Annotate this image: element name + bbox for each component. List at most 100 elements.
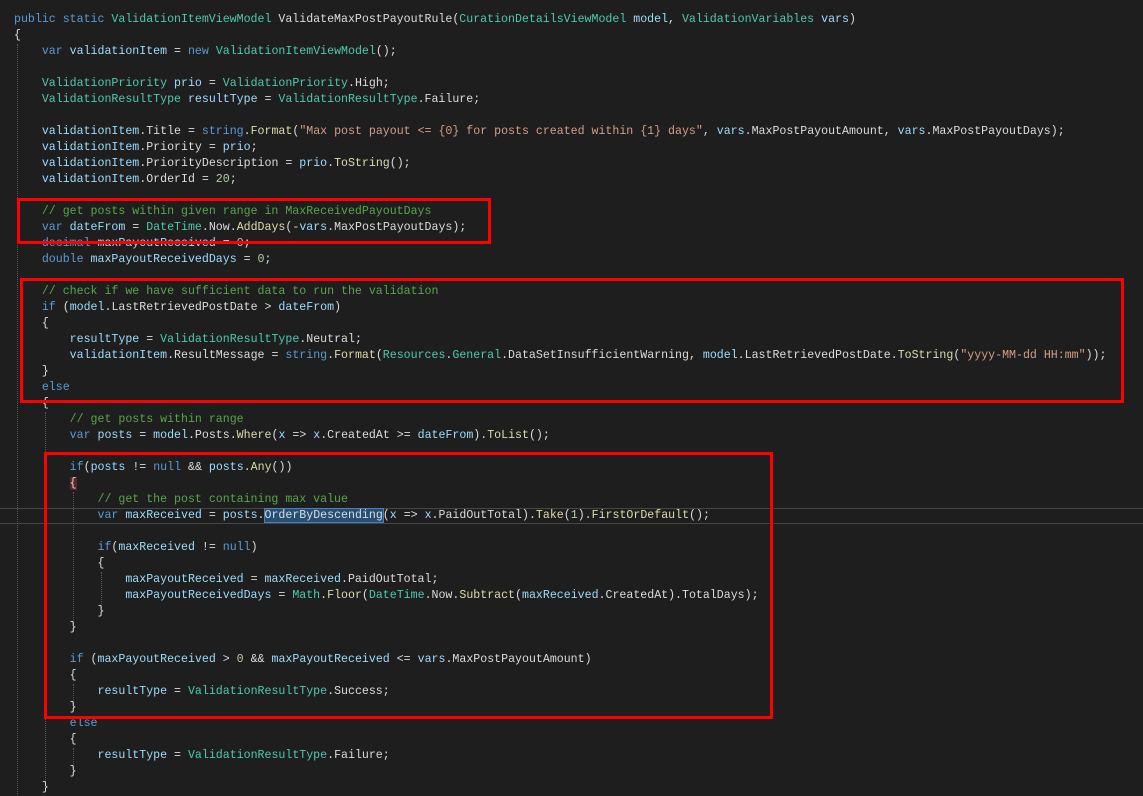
code-token: . — [243, 125, 251, 138]
code-token: .Failure; — [417, 93, 481, 106]
code-line[interactable]: ValidationResultType resultType = Valida… — [14, 92, 480, 108]
code-token: public static — [14, 13, 112, 26]
code-line[interactable]: public static ValidationItemViewModel Va… — [14, 12, 856, 28]
code-token: } — [14, 765, 77, 778]
code-token: ToString — [334, 157, 390, 170]
code-line[interactable]: validationItem.Priority = prio; — [14, 140, 258, 156]
code-token: Format — [250, 125, 293, 138]
code-token: double — [41, 253, 84, 266]
code-token: validationItem — [41, 141, 140, 154]
code-token: maxPayoutReceivedDays — [83, 253, 237, 266]
code-token: CurationDetailsViewModel — [459, 13, 627, 26]
code-token: dateFrom — [417, 429, 474, 442]
code-token: "Max post payout <= {0} for posts create… — [299, 125, 703, 138]
code-token: .Priority = — [139, 141, 223, 154]
code-token: validationItem — [41, 157, 140, 170]
code-token: = — [167, 45, 188, 58]
code-token: .Title = — [139, 125, 202, 138]
code-token: resultType — [181, 93, 258, 106]
code-token: ). — [473, 429, 488, 442]
code-token: = — [167, 749, 188, 762]
code-token: .PriorityDescription = — [139, 157, 300, 170]
code-token: ValidateMaxPostPayoutRule( — [271, 13, 460, 26]
code-token: prio — [299, 157, 328, 170]
code-token: ValidationPriority — [41, 77, 168, 90]
code-token: new — [187, 45, 216, 58]
code-token: .High; — [347, 77, 390, 90]
code-line[interactable]: // get posts within range — [14, 412, 244, 428]
code-token: 0 — [257, 253, 265, 266]
code-token: ValidationResultType — [41, 93, 181, 106]
code-line[interactable]: { — [14, 732, 77, 748]
code-token: .CreatedAt >= — [320, 429, 418, 442]
code-token: validationItem — [41, 125, 140, 138]
code-token: .Failure; — [327, 749, 390, 762]
code-token: validationItem — [62, 45, 168, 58]
code-token: .Posts. — [187, 429, 237, 442]
code-token: validationItem — [41, 173, 140, 186]
code-token: ValidationResultType — [187, 749, 328, 762]
code-token: ToList — [487, 429, 529, 442]
code-token: = — [236, 253, 258, 266]
code-token: vars — [897, 125, 926, 138]
code-token: { — [14, 733, 77, 746]
code-token: ; — [250, 141, 258, 154]
code-token: .MaxPostPayoutDays); — [925, 125, 1065, 138]
code-token: { — [14, 29, 21, 42]
code-token: .OrderId = — [139, 173, 216, 186]
code-token: ) — [848, 13, 856, 26]
code-line[interactable]: validationItem.PriorityDescription = pri… — [14, 156, 411, 172]
code-line[interactable]: resultType = ValidationResultType.Failur… — [14, 748, 390, 764]
code-token: ; — [264, 253, 272, 266]
code-token: , — [668, 13, 682, 26]
code-line[interactable]: double maxPayoutReceivedDays = 0; — [14, 252, 272, 268]
code-token: 20 — [215, 173, 230, 186]
code-line[interactable]: } — [14, 780, 49, 796]
code-token: resultType — [97, 749, 168, 762]
code-token: .MaxPostPayoutAmount, — [744, 125, 898, 138]
code-token: prio — [167, 77, 202, 90]
code-token: ValidationItemViewModel — [215, 45, 376, 58]
code-line[interactable]: var validationItem = new ValidationItemV… — [14, 44, 397, 60]
code-token: posts — [90, 429, 133, 442]
code-token: Where — [236, 429, 272, 442]
code-token: model — [626, 13, 669, 26]
code-token: => — [285, 429, 314, 442]
code-token: vars — [814, 13, 849, 26]
code-line[interactable]: ValidationPriority prio = ValidationPrio… — [14, 76, 390, 92]
code-line[interactable]: } — [14, 764, 77, 780]
code-token: (); — [375, 45, 397, 58]
code-token: ValidationResultType — [278, 93, 418, 106]
code-line[interactable]: validationItem.OrderId = 20; — [14, 172, 237, 188]
highlight-box-date-range — [17, 198, 491, 244]
code-token: (); — [528, 429, 550, 442]
code-token: var — [69, 429, 91, 442]
code-token: = — [132, 429, 154, 442]
code-line[interactable]: { — [14, 28, 21, 44]
code-line[interactable]: validationItem.Title = string.Format("Ma… — [14, 124, 1065, 140]
code-token: , — [702, 125, 717, 138]
code-token: = — [201, 77, 223, 90]
code-token: ValidationPriority — [222, 77, 348, 90]
code-token: prio — [222, 141, 251, 154]
code-token: ; — [229, 173, 237, 186]
code-token: } — [14, 781, 49, 794]
code-editor[interactable]: public static ValidationItemViewModel Va… — [0, 0, 1143, 796]
code-token: (); — [389, 157, 411, 170]
code-token: vars — [716, 125, 745, 138]
code-line[interactable]: var posts = model.Posts.Where(x => x.Cre… — [14, 428, 550, 444]
highlight-box-max-payout — [44, 452, 773, 719]
code-token: var — [41, 45, 63, 58]
code-token: ValidationItemViewModel — [111, 13, 272, 26]
